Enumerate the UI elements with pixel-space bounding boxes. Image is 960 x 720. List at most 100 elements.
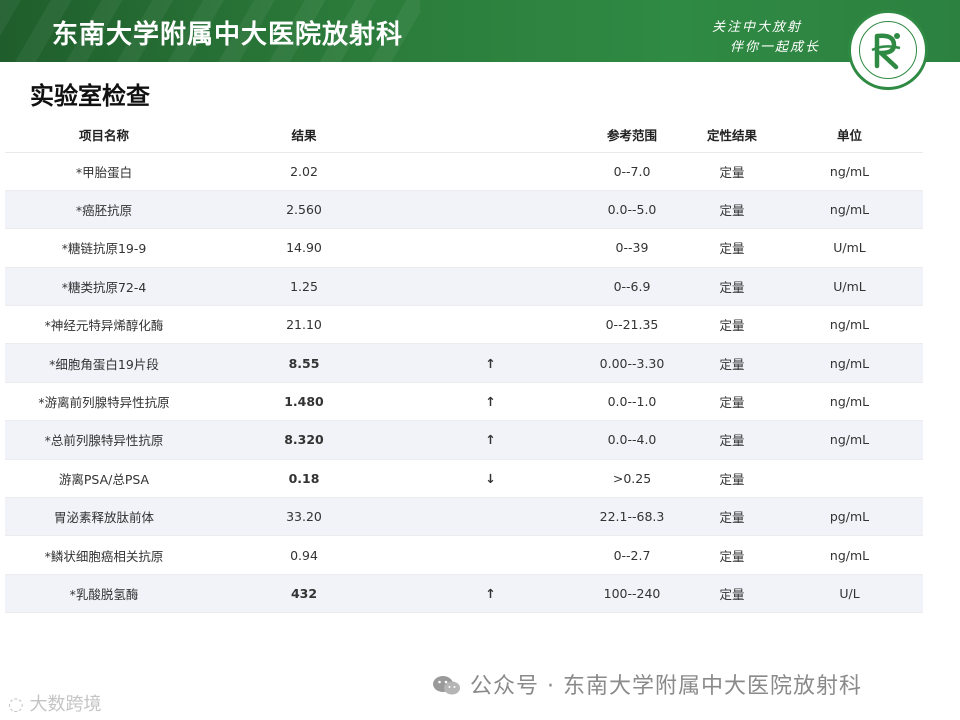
qualitative-cell: 定量 [688, 190, 776, 230]
item-name-cell: *癌胚抗原 [5, 190, 203, 230]
item-name-cell: *糖链抗原19-9 [5, 228, 203, 268]
item-name-cell: *乳酸脱氢酶 [5, 574, 203, 614]
flag-arrow-cell [405, 535, 576, 575]
column-header-flag [405, 118, 576, 153]
reference-range-cell: 0--2.7 [576, 535, 688, 575]
flag-arrow-cell [405, 305, 576, 345]
slogan-line-1: 关注中大放射 [712, 20, 803, 35]
unit-cell: pg/mL [776, 497, 923, 537]
flag-arrow-cell: ↑ [405, 574, 576, 614]
reference-range-cell: 22.1--68.3 [576, 497, 688, 537]
qualitative-cell: 定量 [688, 420, 776, 460]
corner-watermark-text: 大数跨境 [29, 694, 102, 715]
table-row: *神经元特异烯醇化酶 21.10 0--21.35 定量 ng/mL [5, 305, 923, 345]
item-name-cell: *细胞角蛋白19片段 [5, 343, 203, 383]
column-header-name: 项目名称 [5, 118, 203, 153]
qualitative-cell: 定量 [688, 305, 776, 345]
result-cell: 0.18 [203, 459, 405, 499]
qualitative-cell: 定量 [688, 267, 776, 307]
wechat-icon [433, 676, 460, 695]
unit-cell: ng/mL [776, 382, 923, 422]
result-cell: 0.94 [203, 535, 405, 575]
result-cell: 8.55 [203, 343, 405, 383]
qualitative-cell: 定量 [688, 459, 776, 499]
reference-range-cell: 0.0--5.0 [576, 190, 688, 230]
qualitative-cell: 定量 [688, 382, 776, 422]
table-row: *鳞状细胞癌相关抗原 0.94 0--2.7 定量 ng/mL [5, 535, 923, 575]
corner-watermark: ◌ 大数跨境 [8, 690, 101, 716]
result-cell: 432 [203, 574, 405, 614]
unit-cell: U/L [776, 574, 923, 614]
column-header-qualitative: 定性结果 [688, 118, 776, 153]
table-row: *游离前列腺特异性抗原 1.480 ↑ 0.0--1.0 定量 ng/mL [5, 382, 923, 422]
unit-cell: ng/mL [776, 420, 923, 460]
table-row: *癌胚抗原 2.560 0.0--5.0 定量 ng/mL [5, 190, 923, 230]
flag-arrow-cell [405, 152, 576, 191]
reference-range-cell: 0.0--1.0 [576, 382, 688, 422]
item-name-cell: *游离前列腺特异性抗原 [5, 382, 203, 422]
reference-range-cell: 0--39 [576, 228, 688, 268]
qualitative-cell: 定量 [688, 152, 776, 191]
logo-letter-icon [871, 33, 901, 70]
qualitative-cell: 定量 [688, 535, 776, 575]
table-body: *甲胎蛋白 2.02 0--7.0 定量 ng/mL *癌胚抗原 2.560 0.0--5.0… [5, 152, 923, 614]
department-logo-icon [848, 10, 928, 90]
result-cell: 21.10 [203, 305, 405, 345]
result-cell: 2.02 [203, 152, 405, 191]
unit-cell: ng/mL [776, 152, 923, 191]
header-banner: 东南大学附属中大医院放射科 关注中大放射 伴你一起成长 [0, 0, 960, 62]
item-name-cell: *鳞状细胞癌相关抗原 [5, 535, 203, 575]
flag-arrow-cell: ↑ [405, 382, 576, 422]
table-row: 游离PSA/总PSA 0.18 ↓ >0.25 定量 [5, 459, 923, 499]
flag-arrow-cell: ↑ [405, 420, 576, 460]
qualitative-cell: 定量 [688, 574, 776, 614]
reference-range-cell: 0--21.35 [576, 305, 688, 345]
lab-results-table: 项目名称 结果 参考范围 定性结果 单位 *甲胎蛋白 2.02 0--7.0 定量 ng… [5, 118, 923, 614]
item-name-cell: *总前列腺特异性抗原 [5, 420, 203, 460]
result-cell: 2.560 [203, 190, 405, 230]
unit-cell: U/mL [776, 228, 923, 268]
unit-cell: ng/mL [776, 190, 923, 230]
reference-range-cell: 100--240 [576, 574, 688, 614]
table-row: *甲胎蛋白 2.02 0--7.0 定量 ng/mL [5, 152, 923, 191]
item-name-cell: 游离PSA/总PSA [5, 459, 203, 499]
flag-arrow-cell: ↓ [405, 459, 576, 499]
table-row: *总前列腺特异性抗原 8.320 ↑ 0.0--4.0 定量 ng/mL [5, 420, 923, 460]
table-row: *乳酸脱氢酶 432 ↑ 100--240 定量 U/L [5, 574, 923, 614]
reference-range-cell: 0.00--3.30 [576, 343, 688, 383]
reference-range-cell: 0--6.9 [576, 267, 688, 307]
flag-arrow-cell: ↑ [405, 343, 576, 383]
column-header-result: 结果 [203, 118, 405, 153]
unit-cell: ng/mL [776, 305, 923, 345]
section-title: 实验室检查 [30, 82, 150, 110]
unit-cell: ng/mL [776, 535, 923, 575]
item-name-cell: *甲胎蛋白 [5, 152, 203, 191]
flag-arrow-cell [405, 497, 576, 537]
item-name-cell: 胃泌素释放肽前体 [5, 497, 203, 537]
table-header-row: 项目名称 结果 参考范围 定性结果 单位 [5, 118, 923, 153]
result-cell: 1.480 [203, 382, 405, 422]
result-cell: 33.20 [203, 497, 405, 537]
hospital-title: 东南大学附属中大医院放射科 [52, 20, 404, 50]
wechat-watermark: 公众号 · 东南大学附属中大医院放射科 [432, 668, 862, 700]
slogan-line-2: 伴你一起成长 [730, 40, 821, 55]
table-row: *糖链抗原19-9 14.90 0--39 定量 U/mL [5, 228, 923, 268]
flag-arrow-cell [405, 267, 576, 307]
table-row: *细胞角蛋白19片段 8.55 ↑ 0.00--3.30 定量 ng/mL [5, 343, 923, 383]
reference-range-cell: >0.25 [576, 459, 688, 499]
reference-range-cell: 0.0--4.0 [576, 420, 688, 460]
flag-arrow-cell [405, 190, 576, 230]
reference-range-cell: 0--7.0 [576, 152, 688, 191]
unit-cell: U/mL [776, 267, 923, 307]
table-row: *糖类抗原72-4 1.25 0--6.9 定量 U/mL [5, 267, 923, 307]
qualitative-cell: 定量 [688, 228, 776, 268]
result-cell: 14.90 [203, 228, 405, 268]
unit-cell [776, 459, 923, 499]
column-header-unit: 单位 [776, 118, 923, 153]
result-cell: 8.320 [203, 420, 405, 460]
result-cell: 1.25 [203, 267, 405, 307]
qualitative-cell: 定量 [688, 343, 776, 383]
flag-arrow-cell [405, 228, 576, 268]
item-name-cell: *糖类抗原72-4 [5, 267, 203, 307]
corner-logo-icon: ◌ [8, 694, 24, 715]
